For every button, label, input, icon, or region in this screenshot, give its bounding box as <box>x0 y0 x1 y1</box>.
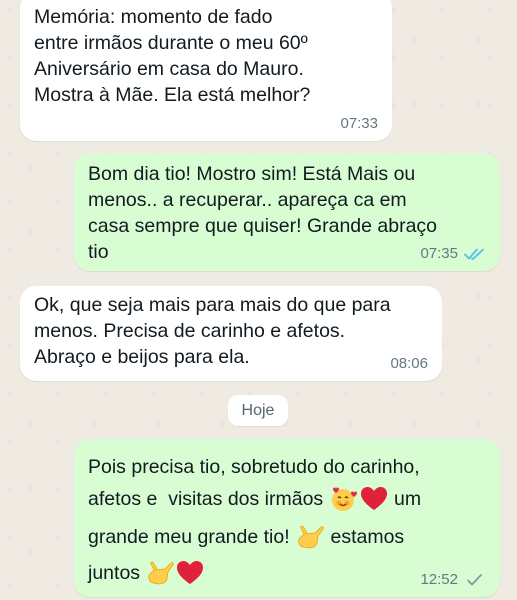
call-me-hand-emoji <box>148 561 175 585</box>
message-text: um <box>388 488 422 510</box>
message-meta: 08:06 <box>390 356 428 372</box>
message-text: grande meu grande tio! <box>88 526 296 548</box>
double-check-sent-icon <box>467 574 482 586</box>
message-text: Ok, que seja mais para mais do que para … <box>34 294 391 368</box>
message-meta: 12:52 <box>420 572 486 588</box>
call-me-hand-emoji <box>298 525 324 549</box>
message-bubble-outgoing[interactable]: Bom dia tio! Mostro sim! Está Mais ou me… <box>74 153 500 271</box>
red-heart-emoji <box>360 487 387 510</box>
message-line: Pois precisa tio, sobretudo do carinho, <box>88 456 420 478</box>
smiling-face-with-hearts-emoji <box>331 487 357 511</box>
message-bubble-incoming[interactable]: Memória: momento de fado entre irmãos du… <box>20 0 392 141</box>
message-text: afetos e visitas dos irmãos <box>88 488 329 510</box>
message-bubble-incoming[interactable]: Ok, que seja mais para mais do que para … <box>20 286 442 381</box>
message-time: 12:52 <box>420 571 458 588</box>
message-meta: 07:35 <box>420 246 486 262</box>
message-time: 08:06 <box>390 355 428 372</box>
message-time: 07:33 <box>340 115 378 132</box>
message-time: 07:35 <box>420 245 458 262</box>
message-line: afetos e visitas dos irmãos um <box>88 483 486 515</box>
message-bubble-outgoing[interactable]: Pois precisa tio, sobretudo do carinho, … <box>74 439 500 597</box>
message-text: juntos <box>88 562 146 584</box>
date-separator: Hoje <box>228 395 288 426</box>
double-check-read-icon <box>464 248 484 260</box>
message-text: estamos <box>325 526 405 548</box>
message-text: Memória: momento de fado entre irmãos du… <box>34 6 311 106</box>
message-line: grande meu grande tio! estamos <box>88 521 486 553</box>
chat-area[interactable]: Memória: momento de fado entre irmãos du… <box>0 0 517 600</box>
red-heart-emoji <box>177 561 204 584</box>
message-meta: 07:33 <box>340 116 378 132</box>
